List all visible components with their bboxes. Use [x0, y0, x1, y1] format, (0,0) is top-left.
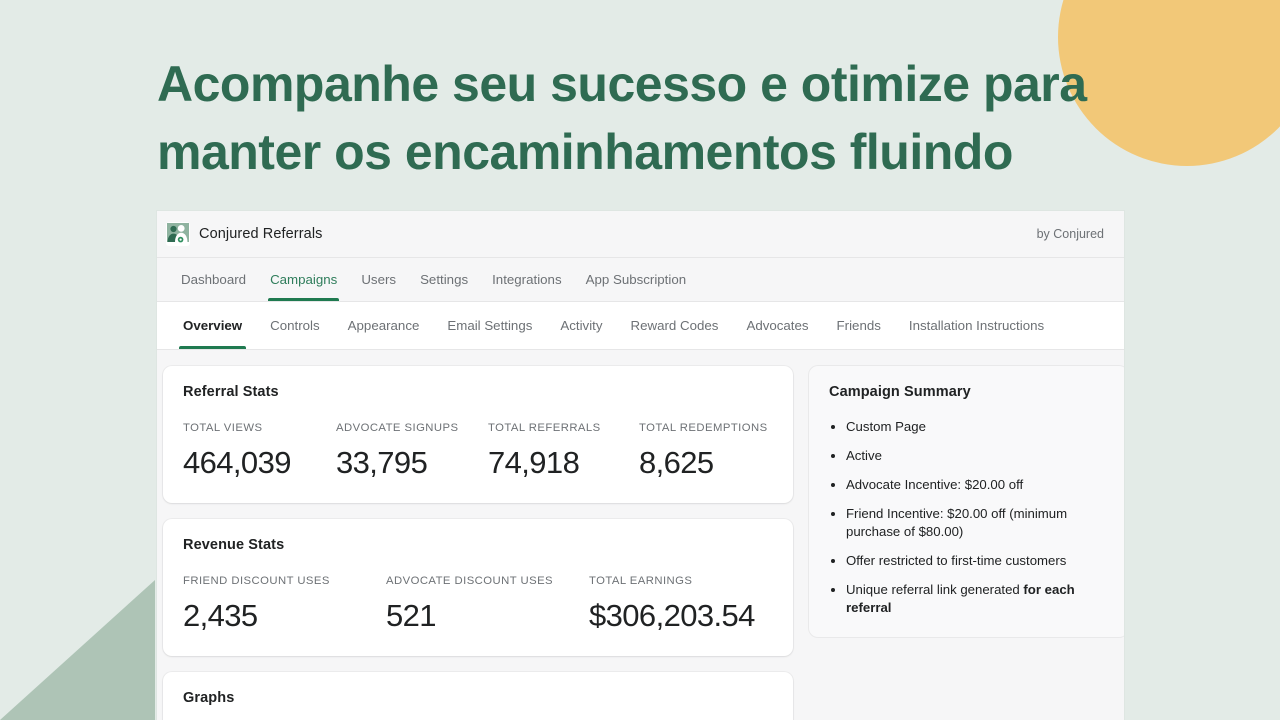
stat-value: 33,795: [336, 445, 428, 480]
tab-appearance[interactable]: Appearance: [334, 302, 434, 349]
tab-overview[interactable]: Overview: [169, 302, 256, 349]
stat-label: ADVOCATE SIGNUPS: [336, 422, 459, 434]
stat-value: 521: [386, 598, 437, 633]
tab-controls[interactable]: Controls: [256, 302, 334, 349]
app-title: Conjured Referrals: [199, 226, 323, 242]
nav-item-settings[interactable]: Settings: [408, 258, 480, 301]
campaign-summary-list: Custom Page Active Advocate Incentive: $…: [829, 418, 1108, 617]
stat-total-referrals: TOTAL REFERRALS 74,918: [488, 422, 639, 481]
app-byline: by Conjured: [1036, 227, 1104, 241]
stat-total-views: TOTAL VIEWS 464,039: [183, 422, 336, 481]
stat-value: 464,039: [183, 445, 291, 480]
right-column: Campaign Summary Custom Page Active Advo…: [809, 366, 1124, 720]
referral-stats-row: TOTAL VIEWS 464,039 ADVOCATE SIGNUPS 33,…: [183, 422, 773, 481]
stat-label: TOTAL REFERRALS: [488, 422, 601, 434]
nav-item-app-subscription[interactable]: App Subscription: [574, 258, 699, 301]
tab-friends[interactable]: Friends: [823, 302, 895, 349]
list-item: Friend Incentive: $20.00 off (minimum pu…: [829, 505, 1108, 541]
stat-total-redemptions: TOTAL REDEMPTIONS 8,625: [639, 422, 768, 481]
referral-stats-title: Referral Stats: [183, 384, 279, 400]
left-column: Referral Stats TOTAL VIEWS 464,039 ADVOC…: [163, 366, 793, 720]
revenue-stats-card: Revenue Stats FRIEND DISCOUNT USES 2,435…: [163, 519, 793, 656]
app-window: Conjured Referrals by Conjured Dashboard…: [157, 211, 1124, 720]
list-item: Active: [829, 447, 1108, 465]
stat-label: TOTAL EARNINGS: [589, 575, 693, 587]
nav-item-integrations[interactable]: Integrations: [480, 258, 573, 301]
stat-friend-discount-uses: FRIEND DISCOUNT USES 2,435: [183, 575, 386, 634]
decorative-circle-top-right: [1058, 0, 1280, 166]
list-item: Custom Page: [829, 418, 1108, 436]
graphs-title: Graphs: [183, 690, 235, 706]
summary-text: Unique referral link generated: [846, 582, 1024, 597]
list-item: Offer restricted to first-time customers: [829, 552, 1108, 570]
summary-text: Offer restricted to first-time customers: [846, 553, 1067, 568]
list-item: Unique referral link generated for each …: [829, 581, 1108, 617]
stat-value: 2,435: [183, 598, 258, 633]
referral-stats-card: Referral Stats TOTAL VIEWS 464,039 ADVOC…: [163, 366, 793, 503]
stat-label: TOTAL VIEWS: [183, 422, 263, 434]
graphs-card: Graphs: [163, 672, 793, 720]
stat-advocate-discount-uses: ADVOCATE DISCOUNT USES 521: [386, 575, 589, 634]
tab-reward-codes[interactable]: Reward Codes: [617, 302, 733, 349]
tab-advocates[interactable]: Advocates: [732, 302, 822, 349]
primary-navigation: Dashboard Campaigns Users Settings Integ…: [157, 258, 1124, 302]
stat-value: 74,918: [488, 445, 580, 480]
stat-advocate-signups: ADVOCATE SIGNUPS 33,795: [336, 422, 488, 481]
tab-activity[interactable]: Activity: [546, 302, 616, 349]
app-header: Conjured Referrals by Conjured: [157, 211, 1124, 258]
campaign-summary-card: Campaign Summary Custom Page Active Advo…: [809, 366, 1124, 637]
campaign-summary-title: Campaign Summary: [829, 384, 971, 400]
stat-label: ADVOCATE DISCOUNT USES: [386, 575, 554, 587]
revenue-stats-title: Revenue Stats: [183, 537, 285, 553]
decorative-triangle-bottom-left: [0, 580, 155, 720]
nav-item-dashboard[interactable]: Dashboard: [169, 258, 258, 301]
stat-label: FRIEND DISCOUNT USES: [183, 575, 330, 587]
two-people-avatar-icon: [166, 222, 190, 246]
stat-total-earnings: TOTAL EARNINGS $306,203.54: [589, 575, 755, 634]
summary-text: Custom Page: [846, 419, 926, 434]
revenue-stats-row: FRIEND DISCOUNT USES 2,435 ADVOCATE DISC…: [183, 575, 773, 634]
stat-value: 8,625: [639, 445, 714, 480]
summary-text: Advocate Incentive: $20.00 off: [846, 477, 1024, 492]
stat-value: $306,203.54: [589, 598, 755, 633]
page-headline: Acompanhe seu sucesso e otimize para man…: [157, 56, 1087, 180]
tab-installation-instructions[interactable]: Installation Instructions: [895, 302, 1058, 349]
app-content: Referral Stats TOTAL VIEWS 464,039 ADVOC…: [157, 350, 1124, 720]
nav-item-campaigns[interactable]: Campaigns: [258, 258, 349, 301]
list-item: Advocate Incentive: $20.00 off: [829, 476, 1108, 494]
summary-text: Friend Incentive: $20.00 off (minimum pu…: [846, 506, 1068, 539]
secondary-navigation: Overview Controls Appearance Email Setti…: [157, 302, 1124, 350]
stat-label: TOTAL REDEMPTIONS: [639, 422, 768, 434]
nav-item-users[interactable]: Users: [349, 258, 408, 301]
summary-text: Active: [846, 448, 882, 463]
tab-email-settings[interactable]: Email Settings: [433, 302, 546, 349]
